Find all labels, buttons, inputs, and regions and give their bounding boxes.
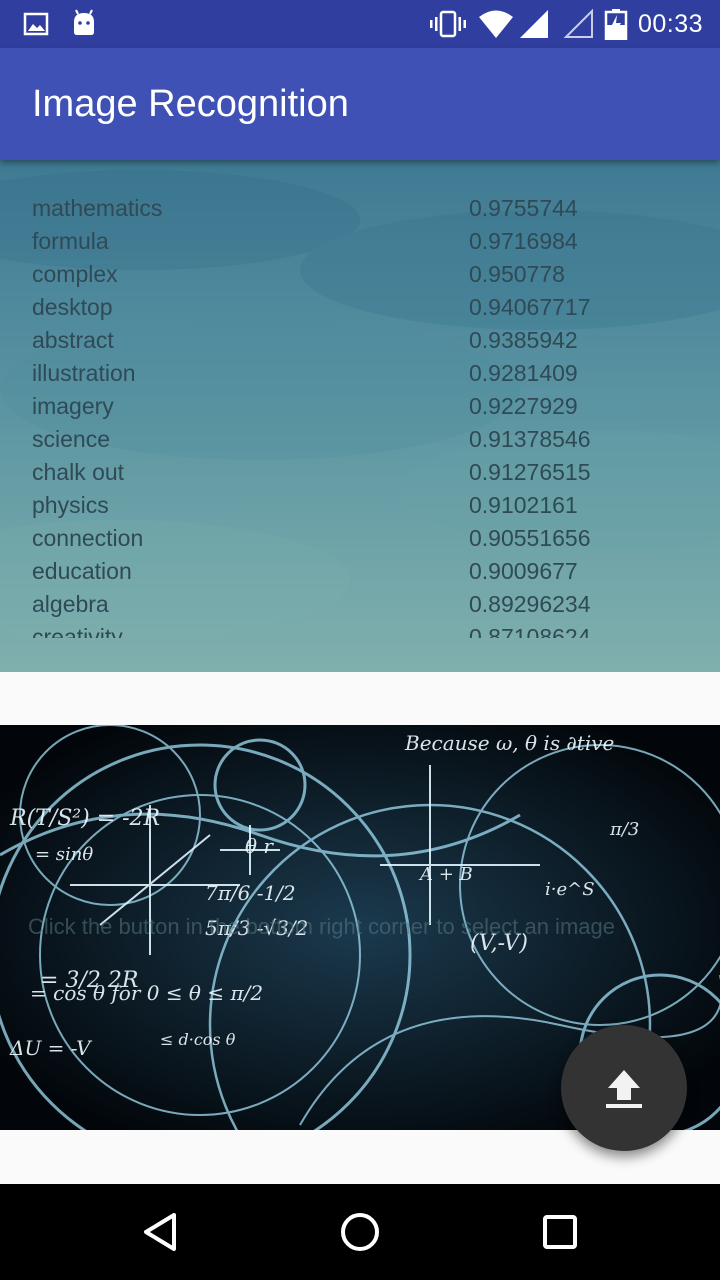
result-label: creativity <box>32 624 123 638</box>
vibrate-icon <box>430 8 466 40</box>
formula-text: 7π/6 -1/2 <box>205 881 296 905</box>
result-label: chalk out <box>32 459 125 485</box>
result-row: complex 0.950778 <box>0 258 720 291</box>
result-row: desktop 0.94067717 <box>0 291 720 324</box>
result-label: illustration <box>32 360 136 386</box>
result-label: desktop <box>32 294 113 320</box>
image-notification-icon <box>20 8 52 40</box>
result-score: 0.9281409 <box>469 360 578 386</box>
status-bar: 00:33 <box>0 0 720 48</box>
upload-button[interactable] <box>561 1025 687 1151</box>
result-score: 0.91378546 <box>469 426 591 452</box>
result-label: imagery <box>32 393 114 419</box>
result-score: 0.90551656 <box>469 525 591 551</box>
home-icon[interactable] <box>336 1208 384 1256</box>
result-row: abstract 0.9385942 <box>0 324 720 357</box>
result-score: 0.9755744 <box>469 195 578 221</box>
upload-icon <box>606 1070 642 1108</box>
result-row: education 0.9009677 <box>0 555 720 588</box>
battery-charging-icon <box>604 8 628 41</box>
result-row: connection 0.90551656 <box>0 522 720 555</box>
formula-text: A + B <box>418 864 473 885</box>
back-icon[interactable] <box>136 1208 184 1256</box>
formula-text: R(T/S²) = -2R <box>9 806 160 831</box>
result-score: 0.9227929 <box>469 393 578 419</box>
navigation-bar <box>0 1184 720 1280</box>
result-row: chalk out 0.91276515 <box>0 456 720 489</box>
formula-text: θ r <box>245 834 274 858</box>
android-notification-icon <box>68 8 100 40</box>
result-score: 0.9009677 <box>469 558 578 584</box>
result-label: education <box>32 558 132 584</box>
result-score: 0.94067717 <box>469 294 591 320</box>
result-row: creativity 0.87108624 <box>0 621 720 638</box>
result-score: 0.9716984 <box>469 228 578 254</box>
formula-text: Because ω, θ is ∂tive <box>404 731 614 755</box>
page-title: Image Recognition <box>32 83 349 125</box>
result-score: 0.9385942 <box>469 327 578 353</box>
result-label: abstract <box>32 327 114 353</box>
result-row: science 0.91378546 <box>0 423 720 456</box>
result-label: physics <box>32 492 109 518</box>
result-row: formula 0.9716984 <box>0 225 720 258</box>
cell-signal-empty-icon <box>563 8 595 40</box>
result-score: 0.950778 <box>469 261 565 287</box>
result-score: 0.87108624 <box>469 624 591 638</box>
cell-signal-icon <box>518 8 550 40</box>
result-label: science <box>32 426 110 452</box>
result-row: imagery 0.9227929 <box>0 390 720 423</box>
result-label: complex <box>32 261 118 287</box>
hint-text: Click the button in the bottom right cor… <box>28 914 615 939</box>
formula-text: ΔU = -V <box>9 1036 93 1060</box>
formula-text: i·e^S <box>545 879 595 900</box>
status-time: 00:33 <box>637 10 703 38</box>
result-label: algebra <box>32 591 109 617</box>
results-panel[interactable]: mathematics 0.9755744 formula 0.9716984 comp… <box>0 160 720 672</box>
result-score: 0.89296234 <box>469 591 591 617</box>
result-label: mathematics <box>32 195 163 221</box>
result-row: mathematics 0.9755744 <box>0 192 720 225</box>
formula-text: ≤ d·cos θ <box>160 1030 236 1049</box>
result-row: illustration 0.9281409 <box>0 357 720 390</box>
result-label: formula <box>32 228 109 254</box>
app-bar: Image Recognition <box>0 48 720 160</box>
formula-text: = sinθ <box>35 844 93 865</box>
formula-text: = cos θ for 0 ≤ θ ≤ π/2 <box>30 981 263 1005</box>
result-score: 0.9102161 <box>469 492 578 518</box>
wifi-icon <box>478 8 514 40</box>
result-score: 0.91276515 <box>469 459 591 485</box>
result-row: algebra 0.89296234 <box>0 588 720 621</box>
formula-text: π/3 <box>609 819 639 840</box>
result-row: physics 0.9102161 <box>0 489 720 522</box>
results-list[interactable]: mathematics 0.9755744 formula 0.9716984 comp… <box>0 192 720 638</box>
result-label: connection <box>32 525 144 551</box>
recents-icon[interactable] <box>536 1208 584 1256</box>
